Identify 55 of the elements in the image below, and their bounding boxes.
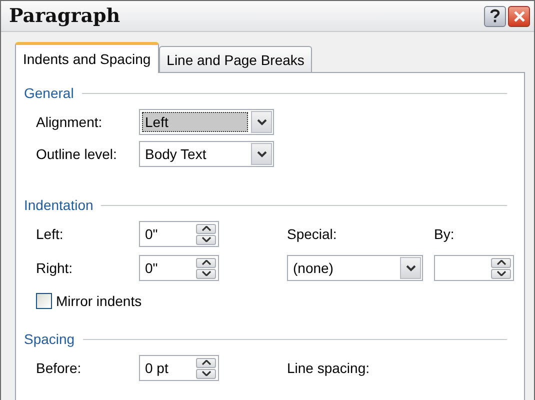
selected-value: Body Text: [144, 145, 208, 164]
window-title: Paragraph: [9, 5, 122, 27]
special-indent-dropdown[interactable]: (none): [287, 255, 423, 281]
close-icon: [514, 10, 524, 22]
spin-down-button[interactable]: [491, 268, 511, 278]
field-label: Left:: [36, 226, 64, 242]
checkbox-label: Mirror indents: [56, 293, 142, 309]
tab[interactable]: Line and Page Breaks: [158, 46, 312, 72]
right-indent-field[interactable]: 0": [139, 255, 219, 281]
field-label: Outline level:: [36, 146, 118, 162]
spin-up-button[interactable]: [196, 358, 216, 368]
section-heading: Spacing: [24, 331, 75, 347]
field-label: Special:: [287, 226, 338, 242]
tab[interactable]: Indents and Spacing: [15, 42, 159, 73]
field-label: Before:: [36, 360, 82, 376]
spin-up-button[interactable]: [491, 258, 511, 268]
spin-up-button[interactable]: [196, 258, 216, 268]
help-icon: [490, 9, 500, 23]
dropdown-button[interactable]: [251, 143, 272, 165]
field-label: Alignment:: [36, 114, 104, 130]
caret-down-icon: [202, 271, 210, 276]
caret-down-icon: [202, 237, 210, 242]
help-button[interactable]: [484, 6, 506, 26]
spin-down-button[interactable]: [196, 268, 216, 278]
close-button[interactable]: [508, 6, 530, 26]
alignment-dropdown[interactable]: Left: [139, 109, 274, 135]
selected-value: Left: [142, 112, 248, 132]
by-field[interactable]: [434, 255, 514, 281]
field-label: By:: [434, 226, 456, 242]
caret-up-icon: [202, 360, 210, 365]
section-heading: General: [24, 85, 74, 101]
spin-down-button[interactable]: [196, 234, 216, 244]
checkbox[interactable]: [36, 293, 52, 309]
field-label: Right:: [36, 260, 74, 276]
chevron-down-icon: [406, 264, 416, 272]
spin-up-button[interactable]: [196, 224, 216, 234]
chevron-down-icon: [256, 150, 266, 158]
spin-down-button[interactable]: [196, 368, 216, 378]
caret-down-icon: [202, 371, 210, 376]
section-heading: Indentation: [24, 197, 94, 213]
dropdown-button[interactable]: [251, 111, 272, 133]
field-value: 0 pt: [145, 360, 170, 376]
field-label: Line spacing:: [287, 360, 371, 376]
caret-up-icon: [496, 260, 506, 265]
dropdown-button[interactable]: [400, 257, 421, 279]
before-spacing-field[interactable]: 0 pt: [139, 355, 219, 381]
caret-up-icon: [202, 226, 210, 231]
field-value: 0": [145, 226, 159, 242]
field-value: 0": [145, 260, 159, 276]
left-indent-field[interactable]: 0": [139, 221, 219, 247]
selected-value: (none): [292, 259, 334, 278]
outline-level-dropdown[interactable]: Body Text: [139, 141, 274, 167]
caret-down-icon: [496, 271, 506, 276]
caret-up-icon: [202, 260, 210, 265]
chevron-down-icon: [256, 118, 266, 126]
